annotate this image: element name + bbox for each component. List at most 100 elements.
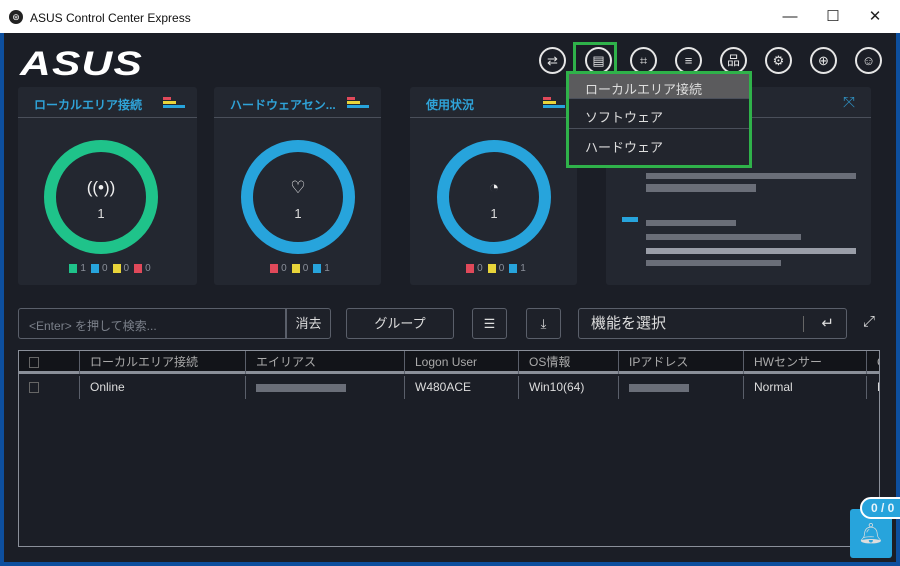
menu-item-hardware[interactable]: ハードウェア (569, 129, 749, 159)
wireless-icon: ((•)) (86, 178, 116, 197)
table-cell: N (866, 376, 879, 399)
blurred-text (646, 220, 736, 226)
fullscreen-icon[interactable]: ⤢ (863, 313, 875, 330)
blurred-text (646, 260, 781, 266)
maximize-button[interactable]: ☐ (813, 4, 853, 30)
card-hardware-sensor[interactable]: ハードウェアセン... ♡ 1 0 0 1 (214, 87, 381, 285)
legend-value: 0 (101, 263, 108, 274)
table-cell: Normal (743, 376, 866, 399)
legend-value: 1 (520, 263, 526, 274)
select-checkbox[interactable] (29, 357, 39, 369)
download-button[interactable]: ⤓ (526, 308, 561, 339)
card-usage[interactable]: 使用状況 ◔ 1 001 (410, 87, 577, 285)
chart-bars-icon (543, 97, 565, 111)
legend: 1 0 0 0 (18, 263, 197, 274)
legend-swatch (112, 263, 121, 273)
card-title: ローカルエリア接続 (34, 98, 143, 112)
legend-swatch (134, 263, 143, 273)
blurred-text (646, 184, 756, 192)
minimize-button[interactable]: — (770, 4, 810, 30)
legend-swatch (509, 263, 518, 273)
table-cell: Win10(64) (518, 376, 618, 399)
blurred-text (646, 234, 801, 240)
list-button[interactable]: ≡ (675, 47, 702, 74)
function-select[interactable]: 機能を選択 ↵ (578, 308, 847, 339)
search-input[interactable]: <Enter> を押して検索... (18, 308, 286, 339)
card-title: 使用状況 (426, 98, 475, 112)
legend-value: 0 (281, 263, 287, 274)
legend-swatch (90, 263, 99, 273)
scan-button[interactable]: ⌗ (630, 47, 657, 74)
blurred-text (646, 173, 856, 179)
window-title: ASUS Control Center Express (30, 11, 191, 25)
list-icon: ≡ (684, 53, 693, 68)
column-header[interactable]: Logon User (404, 351, 518, 374)
table-cell: Online (79, 376, 245, 399)
count: 1 (490, 206, 498, 221)
status-ring: ((•)) 1 (44, 140, 158, 254)
sliders-icon: ☰ (483, 316, 496, 331)
expand-icon[interactable]: ⤧ (843, 94, 855, 111)
network-button[interactable]: 品 (720, 47, 747, 74)
table-row[interactable]: Online W480ACEWin10(64) NormalN (19, 376, 879, 399)
count: 1 (294, 206, 302, 221)
heart-pulse-icon: ♡ (290, 178, 306, 197)
legend-swatch (313, 263, 322, 273)
select-checkbox[interactable] (29, 382, 39, 394)
chart-bars-icon (347, 97, 369, 111)
globe-button[interactable]: ⊕ (810, 47, 837, 74)
card-lan[interactable]: ローカルエリア接続 ((•)) 1 1 0 0 0 (18, 87, 197, 285)
user-button[interactable]: ☺ (855, 47, 882, 74)
menu-item-software[interactable]: ソフトウェア (569, 99, 749, 129)
column-header[interactable]: HWセンサー (743, 351, 866, 374)
legend-value: 0 (498, 263, 505, 274)
column-header[interactable]: エイリアス (245, 351, 404, 374)
table-cell (19, 376, 79, 399)
legend: 0 0 1 (214, 263, 381, 274)
notification-count: 0 / 0 (860, 497, 900, 519)
table-cell (245, 376, 404, 399)
download-icon: ⤓ (540, 316, 547, 331)
blurred-text (629, 383, 689, 392)
legend-value: 1 (324, 263, 330, 274)
legend-swatch (487, 263, 496, 273)
close-button[interactable]: ✕ (855, 4, 895, 30)
column-header[interactable]: OS情報 (518, 351, 618, 374)
table-cell (618, 376, 743, 399)
blurred-text (646, 248, 856, 254)
legend-swatch (466, 263, 475, 273)
group-button[interactable]: グループ (346, 308, 454, 339)
column-header[interactable]: IPアドレス (618, 351, 743, 374)
legend-value: 1 (80, 263, 86, 274)
remote-icon: ⇄ (547, 53, 558, 68)
gear-button[interactable]: ⚙ (765, 47, 792, 74)
legend-value: 0 (477, 263, 483, 274)
count: 1 (97, 206, 105, 221)
scan-icon: ⌗ (639, 53, 648, 68)
title-bar: ⊛ ASUS Control Center Express — ☐ ✕ (0, 0, 900, 33)
legend-swatch (291, 263, 300, 273)
column-header[interactable]: Ó (866, 351, 879, 374)
status-marker (622, 217, 638, 222)
legend-swatch (69, 263, 78, 273)
remote-button[interactable]: ⇄ (539, 47, 566, 74)
report-dropdown-menu: ローカルエリア接続 ソフトウェア ハードウェア (566, 71, 752, 168)
user-icon: ☺ (861, 53, 876, 68)
clear-button[interactable]: 消去 (286, 308, 331, 339)
filter-button[interactable]: ☰ (472, 308, 507, 339)
client-table: ローカルエリア接続 エイリアス Logon User OS情報 IPアドレス HWセンサー… (18, 350, 880, 547)
gauge-icon: ◔ (488, 178, 500, 197)
column-header[interactable] (19, 351, 79, 374)
globe-icon: ⊕ (818, 53, 829, 68)
column-header[interactable]: ローカルエリア接続 (79, 351, 245, 374)
card-title: ハードウェアセン... (230, 98, 336, 112)
gear-icon: ⚙ (772, 53, 785, 68)
legend-value: 0 (302, 263, 309, 274)
menu-item-lan[interactable]: ローカルエリア接続 (569, 74, 749, 99)
table-header: ローカルエリア接続 エイリアス Logon User OS情報 IPアドレス HWセンサー… (19, 351, 879, 374)
status-ring: ◔ 1 (437, 140, 551, 254)
legend-value: 0 (123, 263, 130, 274)
app-logo-icon: ⊛ (9, 10, 23, 24)
legend-value: 0 (145, 263, 151, 274)
legend: 0 0 1 (410, 263, 577, 274)
